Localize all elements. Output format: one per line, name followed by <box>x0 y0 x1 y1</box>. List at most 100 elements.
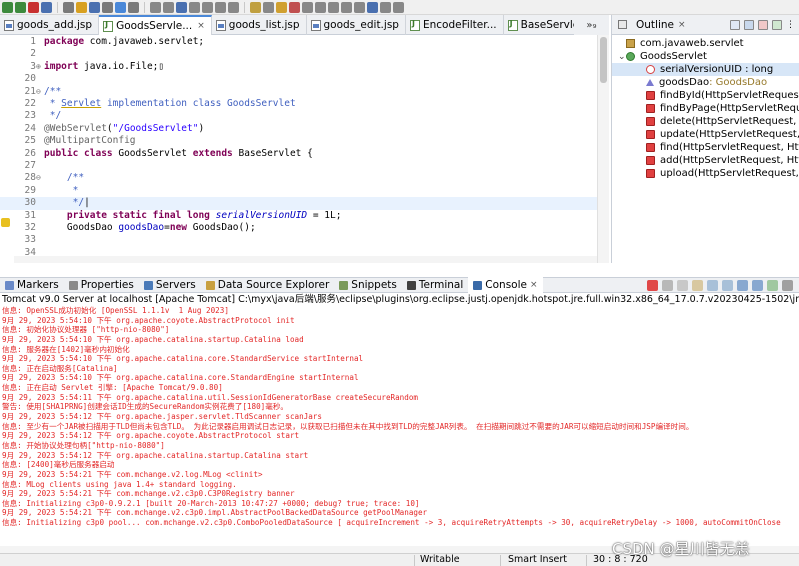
close-icon[interactable]: × <box>197 21 205 31</box>
code-line[interactable]: 3 ⊕ import java.io.File;▯ <box>0 61 597 73</box>
terminate-icon[interactable] <box>647 280 658 291</box>
code-line[interactable]: 2 <box>0 48 597 60</box>
outline-item[interactable]: ⌄ GoodsServlet <box>612 50 799 63</box>
outline-item[interactable]: find(HttpServletRequest, HttpServle <box>612 141 799 154</box>
scrollbar-thumb[interactable] <box>600 37 607 83</box>
panel-tab[interactable]: Console × <box>468 277 543 293</box>
close-icon[interactable]: × <box>530 280 538 290</box>
fold-toggle-icon[interactable]: ⊖ <box>36 86 44 98</box>
editor-horizontal-scrollbar[interactable] <box>14 256 597 263</box>
code-line[interactable]: 28 ⊖ /** <box>0 172 597 184</box>
code-line[interactable]: 25 @MultipartConfig <box>0 135 597 147</box>
mark-icon[interactable] <box>176 1 187 13</box>
step-over-icon[interactable] <box>215 1 226 13</box>
code-line[interactable]: 30 */| <box>0 197 597 210</box>
remove-all-icon[interactable] <box>677 280 688 291</box>
annotation-icon[interactable] <box>115 1 126 13</box>
outline-item[interactable]: goodsDao : GoodsDao <box>612 76 799 89</box>
remove-launch-icon[interactable] <box>662 280 673 291</box>
scroll-lock-icon[interactable] <box>707 280 718 291</box>
pin-console-icon[interactable] <box>767 280 778 291</box>
menu-icon[interactable] <box>393 1 404 13</box>
code-line[interactable]: 1 package com.javaweb.servlet; <box>0 36 597 48</box>
sort-icon[interactable] <box>730 19 740 30</box>
code-line[interactable]: 24 @WebServlet("/GoodsServlet") <box>0 123 597 135</box>
search-icon[interactable] <box>89 1 100 13</box>
code-editor[interactable]: 1 package com.javaweb.servlet; 2 3 ⊕ import j… <box>0 35 609 263</box>
clear-console-icon[interactable] <box>692 280 703 291</box>
stop-icon[interactable] <box>28 1 39 13</box>
outline-item[interactable]: findById(HttpServletRequest, HttpSe <box>612 89 799 102</box>
back-icon[interactable] <box>328 1 339 13</box>
code-line[interactable]: 22 * Servlet implementation class GoodsS… <box>0 98 597 110</box>
outline-item[interactable]: upload(HttpServletRequest, HttpSer <box>612 167 799 180</box>
forward-icon[interactable] <box>341 1 352 13</box>
code-line[interactable]: 23 */ <box>0 110 597 122</box>
open-type-icon[interactable] <box>76 1 87 13</box>
outline-item[interactable]: findByPage(HttpServletRequest, Htt <box>612 102 799 115</box>
format-icon[interactable] <box>263 1 274 13</box>
hide-nonpublic-icon[interactable] <box>772 19 782 30</box>
debug-icon[interactable] <box>2 1 13 13</box>
fold-toggle-icon[interactable]: ⊖ <box>36 172 44 184</box>
editor-tab[interactable]: goods_edit.jsp <box>307 15 406 35</box>
error-icon[interactable] <box>289 1 300 13</box>
step-return-icon[interactable] <box>228 1 239 13</box>
show-stdout-icon[interactable] <box>737 280 748 291</box>
fold-toggle-icon[interactable]: ⊕ <box>36 61 44 73</box>
console-output[interactable]: 信息: OpenSSL成功初始化 [OpenSSL 1.1.1v 1 Aug 2… <box>0 306 799 553</box>
show-stderr-icon[interactable] <box>752 280 763 291</box>
hide-static-icon[interactable] <box>758 19 768 30</box>
code-line[interactable]: 31 private static final long serialVersi… <box>0 210 597 222</box>
editor-tab[interactable]: goods_add.jsp <box>0 15 100 35</box>
settings-icon[interactable] <box>63 1 74 13</box>
tab-overflow-button[interactable]: »₉ <box>574 15 609 35</box>
panel-tab[interactable]: Servers <box>139 277 201 293</box>
bookmark-icon[interactable] <box>276 1 287 13</box>
panel-tab[interactable]: Properties <box>64 277 139 293</box>
code-line[interactable]: 32 GoodsDao goodsDao=new GoodsDao(); <box>0 222 597 234</box>
dropdown-icon[interactable] <box>354 1 365 13</box>
editor-tab[interactable]: EncodeFilter... <box>406 15 504 35</box>
server-icon[interactable] <box>41 1 52 13</box>
method-icon <box>646 156 655 165</box>
open-console-icon[interactable] <box>782 280 793 291</box>
word-wrap-icon[interactable] <box>722 280 733 291</box>
panel-tab[interactable]: Data Source Explorer <box>201 277 335 293</box>
panel-tab[interactable]: Snippets <box>334 277 402 293</box>
editor-tab[interactable]: GoodsServle... × <box>99 15 212 35</box>
edit-icon[interactable] <box>163 1 174 13</box>
close-icon[interactable]: × <box>678 20 686 30</box>
hide-fields-icon[interactable] <box>744 19 754 30</box>
editor-vertical-scrollbar[interactable] <box>597 35 609 263</box>
skip-icon[interactable] <box>189 1 200 13</box>
code-line[interactable]: 33 <box>0 234 597 246</box>
outline-title[interactable]: Outline <box>636 19 674 31</box>
navigate-icon[interactable] <box>128 1 139 13</box>
outline-item[interactable]: add(HttpServletRequest, HttpServle <box>612 154 799 167</box>
code-line[interactable]: 20 <box>0 73 597 85</box>
highlight-icon[interactable] <box>250 1 261 13</box>
view-menu-icon[interactable]: ⋮ <box>786 20 795 30</box>
next-icon[interactable] <box>302 1 313 13</box>
expand-icon[interactable]: ⌄ <box>618 52 626 62</box>
outline-item[interactable]: update(HttpServletRequest, HttpSer <box>612 128 799 141</box>
step-icon[interactable] <box>202 1 213 13</box>
code-line[interactable]: 27 <box>0 160 597 172</box>
run-icon[interactable] <box>15 1 26 13</box>
code-line[interactable]: 29 * <box>0 185 597 197</box>
panel-tab-label: Properties <box>80 279 134 291</box>
pin-icon[interactable] <box>380 1 391 13</box>
prev-icon[interactable] <box>315 1 326 13</box>
toggle-icon[interactable] <box>150 1 161 13</box>
panel-tab[interactable]: Markers <box>0 277 64 293</box>
outline-item[interactable]: com.javaweb.servlet <box>612 37 799 50</box>
code-line[interactable]: 21 ⊖/** <box>0 86 597 98</box>
code-line[interactable]: 26 public class GoodsServlet extends Base… <box>0 148 597 160</box>
home-icon[interactable] <box>367 1 378 13</box>
panel-tab[interactable]: Terminal <box>402 277 468 293</box>
outline-item[interactable]: serialVersionUID : long <box>612 63 799 76</box>
editor-tab[interactable]: goods_list.jsp <box>212 15 307 35</box>
task-icon[interactable] <box>102 1 113 13</box>
outline-item[interactable]: delete(HttpServletRequest, HttpServ <box>612 115 799 128</box>
